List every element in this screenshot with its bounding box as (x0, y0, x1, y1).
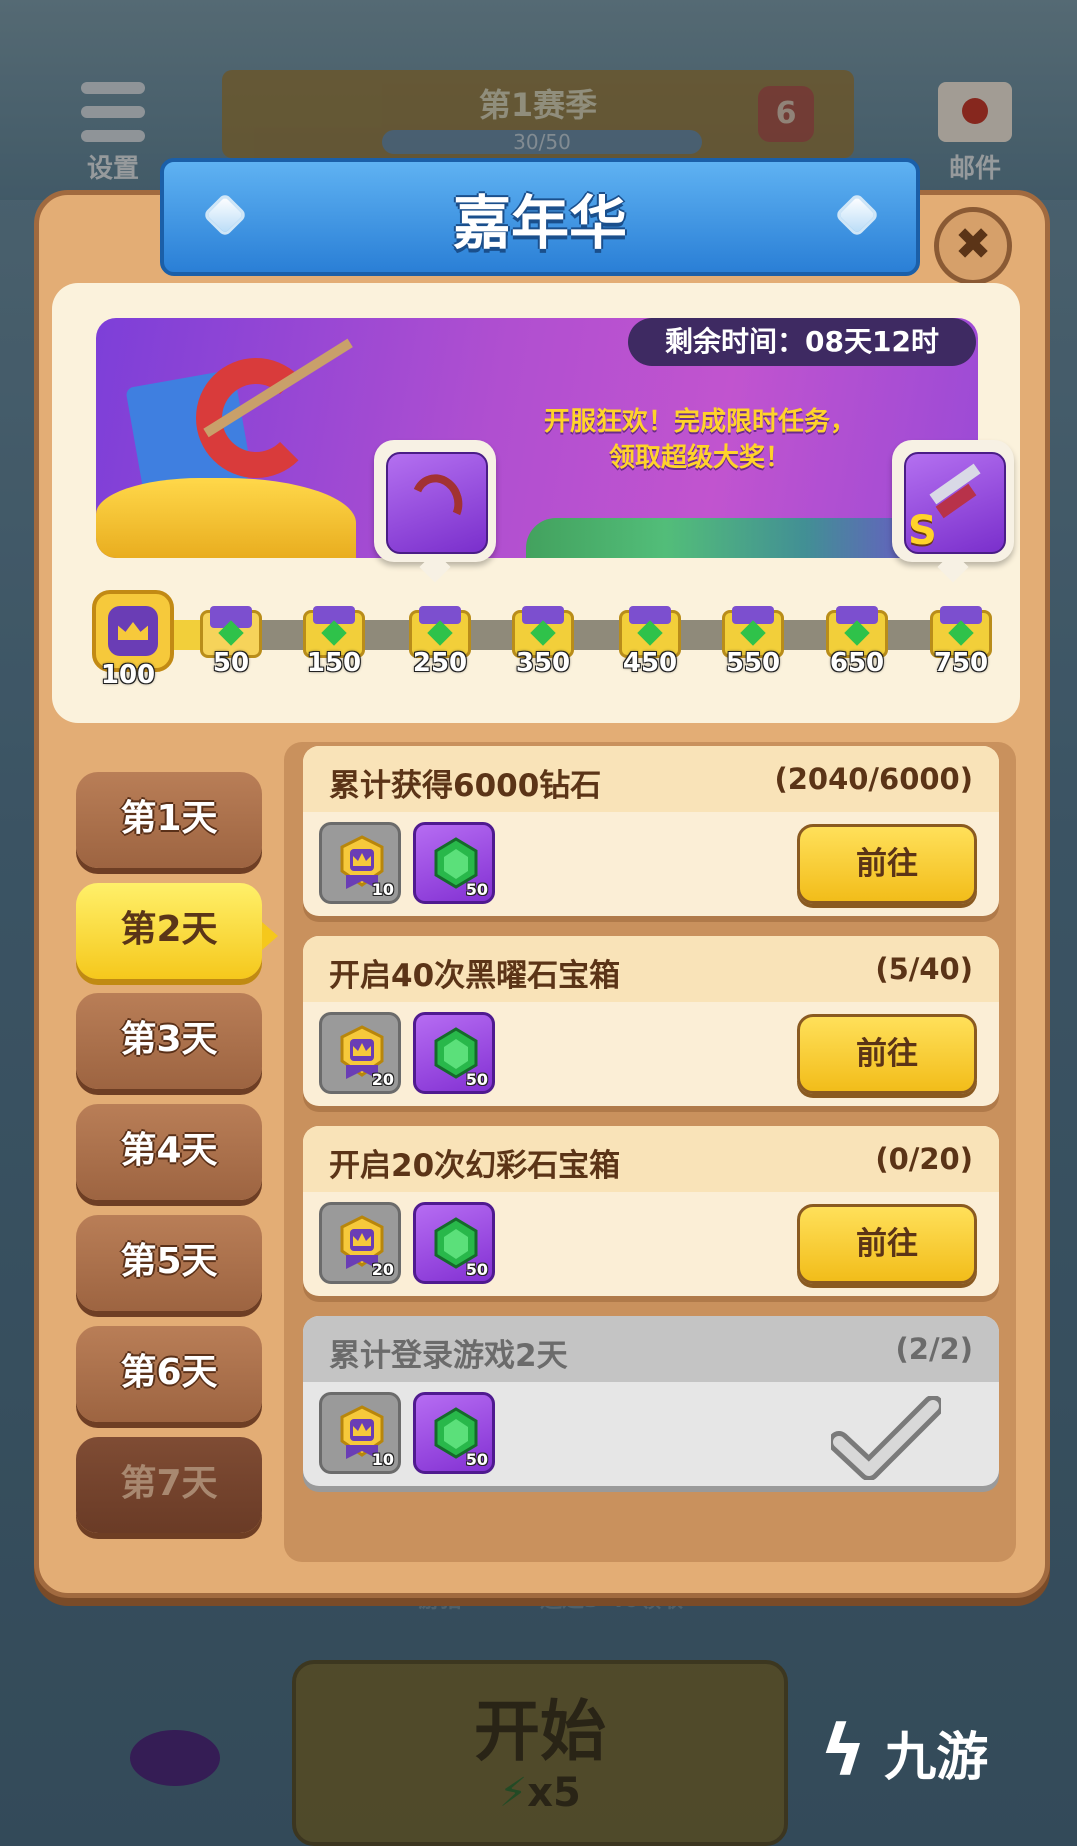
crown-reward[interactable]: 20 (319, 1202, 401, 1284)
watermark-text: 九游 (884, 1728, 989, 1788)
milestone-reward-crossbow[interactable]: S (892, 440, 1014, 583)
day-tab-7[interactable]: 第7天 (76, 1437, 262, 1533)
promo-line-2: 领取超级大奖！ (608, 443, 791, 473)
day-tab-4[interactable]: 第4天 (76, 1104, 262, 1200)
gem-reward[interactable]: 50 (413, 1202, 495, 1284)
task-card: 开启20次幻彩石宝箱 (0/20) 20 50 前往 (303, 1126, 999, 1296)
gem-reward-count: 50 (465, 1070, 488, 1089)
crown-reward[interactable]: 20 (319, 1012, 401, 1094)
gem-reward-count: 50 (465, 1450, 488, 1469)
crown-reward-count: 20 (371, 1260, 394, 1279)
milestone-points: 650 (829, 648, 885, 678)
milestone-points: 250 (412, 648, 468, 678)
task-title: 开启40次黑曜石宝箱 (329, 958, 621, 994)
crown-icon (108, 606, 158, 656)
crown-reward-count: 20 (371, 1070, 394, 1089)
check-icon (831, 1396, 941, 1480)
milestone-reward-bow[interactable] (374, 440, 496, 583)
milestone-points: 450 (622, 648, 678, 678)
active-tab-pointer (262, 922, 278, 950)
day-tab-1[interactable]: 第1天 (76, 772, 262, 868)
gem-reward[interactable]: 50 (413, 822, 495, 904)
remaining-time: 剩余时间：08天12时 (628, 318, 976, 366)
crossbow-icon: S (904, 452, 1006, 554)
promo-line-1: 开服狂欢！完成限时任务， (543, 407, 856, 437)
panel-title: 嘉年华 (452, 189, 627, 257)
gold-pile-icon (96, 478, 356, 558)
current-points: 100 (100, 660, 156, 690)
gem-reward-count: 50 (465, 880, 488, 899)
crown-reward-count: 10 (371, 880, 394, 899)
day-tab-5[interactable]: 第5天 (76, 1215, 262, 1311)
task-progress: (0/20) (875, 1142, 973, 1176)
gem-reward[interactable]: 50 (413, 1392, 495, 1474)
task-card: 累计获得6000钻石 (2040/6000) 10 50 前往 (303, 746, 999, 916)
milestone-points: 50 (212, 648, 250, 678)
watermark-logo-icon: ϟ (820, 1710, 867, 1792)
task-card: 开启40次黑曜石宝箱 (5/40) 20 50 前往 (303, 936, 999, 1106)
title-banner: 嘉年华 (160, 158, 920, 276)
task-card: 累计登录游戏2天 (2/2) 10 50 (303, 1316, 999, 1486)
milestone-points: 750 (933, 648, 989, 678)
watermark: ϟ 九游 (820, 1710, 1060, 1820)
task-progress: (5/40) (875, 952, 973, 986)
crown-reward-count: 10 (371, 1450, 394, 1469)
milestone-points: 550 (725, 648, 781, 678)
gem-reward[interactable]: 50 (413, 1012, 495, 1094)
goto-button[interactable]: 前往 (797, 824, 977, 904)
event-promo-text: 开服狂欢！完成限时任务， 领取超级大奖！ (500, 404, 900, 476)
day-tab-2[interactable]: 第2天 (76, 883, 262, 979)
goto-button[interactable]: 前往 (797, 1014, 977, 1094)
crown-reward[interactable]: 10 (319, 1392, 401, 1474)
day-tab-3[interactable]: 第3天 (76, 993, 262, 1089)
gems-pile-icon (526, 518, 946, 558)
crown-reward[interactable]: 10 (319, 822, 401, 904)
task-title: 累计登录游戏2天 (329, 1338, 568, 1374)
milestone-points: 150 (306, 648, 362, 678)
task-progress: (2/2) (895, 1332, 973, 1366)
close-button[interactable]: ✖ (934, 207, 1012, 285)
rank-s-badge: S (908, 508, 937, 554)
task-title: 开启20次幻彩石宝箱 (329, 1148, 621, 1184)
gem-reward-count: 50 (465, 1260, 488, 1279)
day-tab-6[interactable]: 第6天 (76, 1326, 262, 1422)
milestone-points: 350 (515, 648, 571, 678)
goto-button[interactable]: 前往 (797, 1204, 977, 1284)
bow-icon (386, 452, 488, 554)
task-progress: (2040/6000) (774, 762, 973, 796)
task-title: 累计获得6000钻石 (329, 768, 602, 804)
